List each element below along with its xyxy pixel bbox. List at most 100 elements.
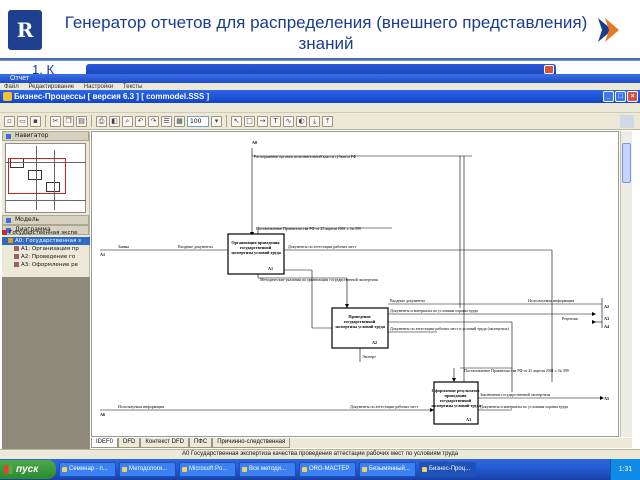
- redo-icon[interactable]: ↷: [148, 115, 159, 127]
- tree-item-label: А3: Оформление ре: [21, 262, 78, 268]
- arrowhead: [592, 320, 596, 324]
- scrollbar-thumb[interactable]: [622, 143, 631, 183]
- arrow-label: Документы по аттестации рабочих мест: [350, 404, 418, 409]
- arrow-label: Документы по аттестации рабочих мест: [288, 244, 356, 249]
- undo-icon[interactable]: ↶: [135, 115, 146, 127]
- boundary-label: А2: [604, 304, 609, 309]
- tree-item-root[interactable]: Государственная экспе: [2, 229, 90, 237]
- maximize-button[interactable]: □: [615, 91, 626, 102]
- app-icon: [302, 467, 307, 472]
- squiggle-tool-icon[interactable]: ∿: [283, 115, 294, 127]
- decompose-icon[interactable]: ⤓: [309, 115, 320, 127]
- app-icon: [242, 467, 247, 472]
- minimap-viewport[interactable]: [8, 158, 66, 194]
- tab-cause-effect[interactable]: Причинно-следственная: [212, 438, 291, 448]
- arrow-label: Документы и материалы по условиям охраны…: [390, 308, 478, 313]
- activity-box-1[interactable]: Организация проведения государственной э…: [227, 233, 285, 275]
- boundary-label: А4: [604, 324, 610, 329]
- open-icon[interactable]: ▭: [17, 115, 28, 127]
- activity-box-2-number: А2: [372, 340, 377, 345]
- app-titlebar[interactable]: Бизнес-Процессы [ версия 6.3 ] [ commode…: [0, 90, 640, 103]
- model-header-label: Модель: [15, 216, 40, 223]
- copy-icon[interactable]: ❐: [63, 115, 74, 127]
- minimap-line: [6, 200, 86, 201]
- taskbar: пуск Семинар - п... Методологи... Micros…: [0, 459, 640, 480]
- grid-icon[interactable]: ▦: [174, 115, 185, 127]
- arrow-label: Эксперт: [362, 354, 376, 359]
- taskbar-item[interactable]: Безымянный...: [359, 462, 416, 477]
- new-icon[interactable]: ▫: [4, 115, 15, 127]
- boundary-label: А5: [604, 396, 609, 401]
- activity-box-2[interactable]: Проведение государственной экспертизы ус…: [331, 307, 389, 349]
- arrow-label: Используемая информация: [528, 298, 574, 303]
- idef0-diagram[interactable]: Организация проведения государственной э…: [92, 132, 620, 438]
- start-label: пуск: [16, 464, 39, 475]
- taskbar-item-label: Бизнес-Проц...: [429, 466, 471, 472]
- tab-pfs[interactable]: ПФС: [188, 438, 213, 448]
- app-icon: [3, 92, 12, 101]
- taskbar-item-label: Безымянный...: [369, 466, 410, 472]
- close-icon[interactable]: [544, 65, 554, 74]
- taskbar-item-active[interactable]: Бизнес-Проц...: [419, 462, 476, 477]
- toolbar-separator: [45, 115, 46, 127]
- arrow-label: Используемая информация: [118, 404, 164, 409]
- box-tool-icon[interactable]: □: [244, 115, 255, 127]
- app-title: Бизнес-Процессы [ версия 6.3 ] [ commode…: [14, 92, 210, 101]
- zoom-select[interactable]: 100: [187, 115, 209, 127]
- preview-icon[interactable]: ◧: [109, 115, 120, 127]
- boundary-label: А1: [100, 252, 105, 257]
- arrow-label: Документы и материалы по условиям охраны…: [480, 404, 568, 409]
- text-tool-icon[interactable]: T: [270, 115, 281, 127]
- print-icon[interactable]: ⎙: [96, 115, 107, 127]
- system-clock[interactable]: 1:31: [610, 459, 640, 480]
- windows-logo-icon: [4, 465, 13, 474]
- navigator-panel: Навигатор Модель Диаграмма Государственн…: [2, 131, 90, 451]
- tree-item-a3[interactable]: А3: Оформление ре: [2, 261, 90, 269]
- taskbar-item[interactable]: Методологи...: [119, 462, 176, 477]
- arrow-label: Постановление Правительства РФ от 25 апр…: [464, 368, 569, 373]
- model-node-icon: [2, 230, 7, 235]
- tree-item-a2[interactable]: А2: Проведение го: [2, 253, 90, 261]
- tree-item-label: А2: Проведение го: [21, 254, 76, 260]
- tab-idef0[interactable]: IDEF0: [91, 438, 119, 448]
- arrow-label: Входные документы: [178, 244, 213, 249]
- start-button[interactable]: пуск: [0, 460, 56, 479]
- tree-item-a1[interactable]: А1: Организация пр: [2, 245, 90, 253]
- close-button[interactable]: ×: [627, 91, 638, 102]
- report-window-titlebar[interactable]: Отчет: [0, 74, 640, 83]
- properties-icon[interactable]: ☰: [161, 115, 172, 127]
- tree-item-a0[interactable]: А0: Государственная з: [2, 237, 90, 245]
- zoom-dropdown-icon[interactable]: ▾: [211, 115, 222, 127]
- pointer-icon[interactable]: ↖: [231, 115, 242, 127]
- vertical-scrollbar[interactable]: [620, 131, 632, 437]
- tree-item-label: Государственная экспе: [9, 230, 78, 236]
- arrow-tool-icon[interactable]: →: [257, 115, 268, 127]
- tab-dfd[interactable]: DFD: [118, 438, 141, 448]
- boundary-label: А3: [604, 316, 609, 321]
- activity-box-1-number: А1: [268, 266, 273, 271]
- arrow-label: Рецензия: [562, 316, 578, 321]
- taskbar-item-label: Семинар - п...: [69, 466, 108, 472]
- find-icon[interactable]: ⌕: [122, 115, 133, 127]
- tunnel-tool-icon[interactable]: ◐: [296, 115, 307, 127]
- taskbar-item[interactable]: ORG-МАСТЕР: [299, 462, 356, 477]
- minimize-button[interactable]: _: [603, 91, 614, 102]
- paste-icon[interactable]: ▤: [76, 115, 87, 127]
- next-slide-arrow-icon[interactable]: [596, 16, 620, 44]
- app-icon: [422, 467, 427, 472]
- cut-icon[interactable]: ✂: [50, 115, 61, 127]
- taskbar-item[interactable]: Все методи...: [239, 462, 296, 477]
- diagram-canvas[interactable]: Организация проведения государственной э…: [91, 131, 619, 437]
- navigator-minimap[interactable]: [5, 143, 86, 213]
- app-menubar: [0, 103, 640, 113]
- activity-box-3-number: А3: [466, 417, 471, 422]
- title-divider: [0, 58, 640, 61]
- tab-context-dfd[interactable]: Контекст DFD: [140, 438, 189, 448]
- model-icon: [6, 218, 11, 223]
- taskbar-item[interactable]: Microsoft Po...: [179, 462, 236, 477]
- university-logo: R: [8, 10, 42, 50]
- activity-box-3[interactable]: Оформление результатов проведения госуда…: [431, 381, 482, 425]
- parent-diagram-icon[interactable]: ⤒: [322, 115, 333, 127]
- taskbar-item[interactable]: Семинар - п...: [59, 462, 116, 477]
- save-icon[interactable]: ▪: [30, 115, 41, 127]
